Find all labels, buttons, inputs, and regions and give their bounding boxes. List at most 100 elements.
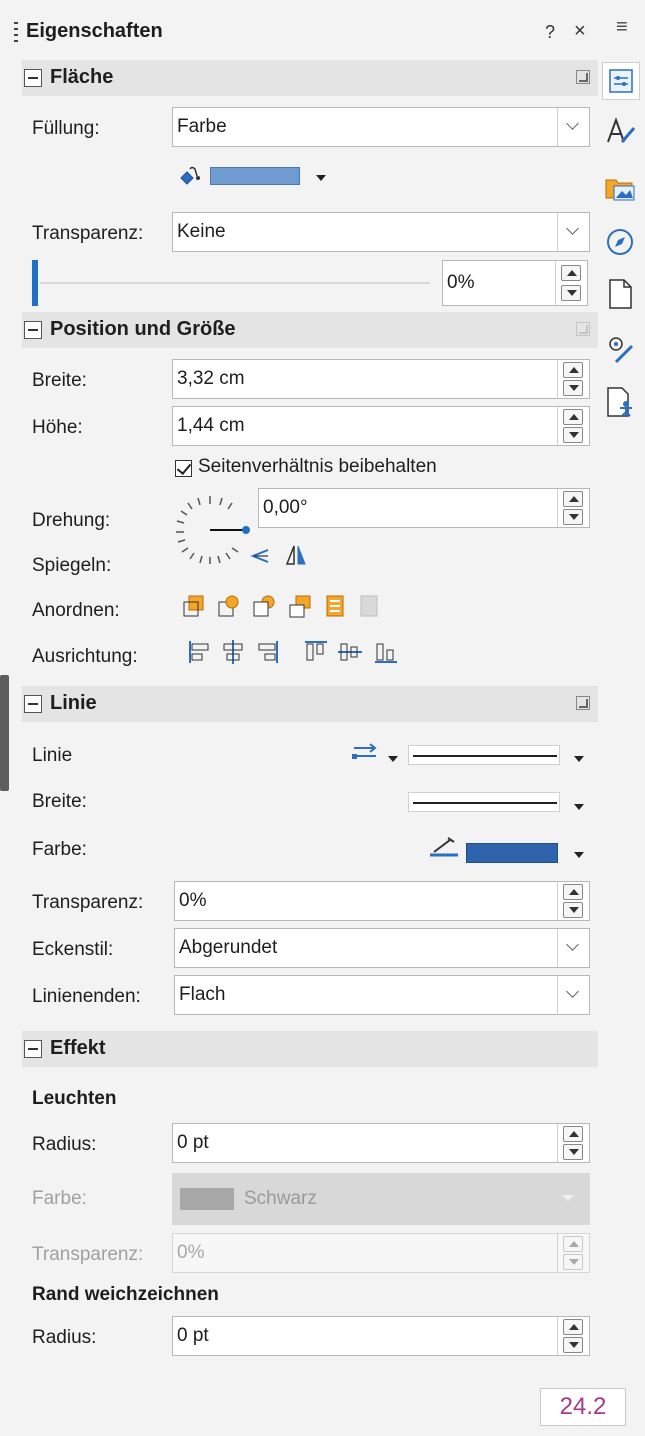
- line-color-dropdown-icon[interactable]: [574, 852, 584, 858]
- spin-up-icon[interactable]: [563, 491, 583, 507]
- spin-down-icon[interactable]: [563, 1337, 583, 1353]
- tab-accessibility-check[interactable]: [602, 384, 640, 422]
- line-width-select[interactable]: [408, 792, 560, 812]
- spin-down-icon[interactable]: [563, 427, 583, 443]
- line-caps-select[interactable]: Flach: [174, 975, 590, 1015]
- line-style-dropdown-icon[interactable]: [574, 756, 584, 762]
- rotation-label: Drehung:: [32, 510, 111, 531]
- in-front-of-text-icon[interactable]: [322, 593, 350, 621]
- transparency-spinner[interactable]: [555, 261, 587, 305]
- chevron-down-icon[interactable]: [557, 108, 589, 146]
- glow-radius-spinner[interactable]: [557, 1124, 589, 1162]
- corner-style-select[interactable]: Abgerundet: [174, 928, 590, 968]
- tab-gallery[interactable]: [602, 170, 640, 208]
- sidebar-collapse-handle[interactable]: [0, 675, 9, 791]
- spin-up-icon[interactable]: [563, 1126, 583, 1142]
- chevron-down-icon[interactable]: [557, 213, 589, 251]
- line-width-dropdown-icon[interactable]: [574, 804, 584, 810]
- close-button[interactable]: ×: [574, 20, 586, 43]
- fill-color-swatch[interactable]: [210, 167, 300, 185]
- rotation-spinner[interactable]: [557, 489, 589, 527]
- soft-edge-radius-field[interactable]: 0 pt: [172, 1316, 590, 1356]
- line-transparency-label: Transparenz:: [32, 892, 144, 913]
- width-spinner[interactable]: [557, 360, 589, 398]
- transparency-select[interactable]: Keine: [172, 212, 590, 252]
- behind-text-icon: [360, 595, 378, 617]
- soft-edge-radius-spinner[interactable]: [557, 1317, 589, 1355]
- transparency-slider-track[interactable]: [40, 282, 430, 284]
- line-style-select[interactable]: [408, 745, 560, 765]
- align-center-icon[interactable]: [220, 638, 246, 666]
- line-transparency-field[interactable]: 0%: [174, 881, 590, 921]
- chevron-down-icon[interactable]: [557, 929, 589, 967]
- collapse-icon[interactable]: [24, 321, 42, 339]
- tab-style-inspector[interactable]: [602, 332, 640, 370]
- line-transparency-spinner[interactable]: [557, 882, 589, 920]
- sidebar-menu-icon[interactable]: ≡: [616, 16, 628, 39]
- height-field[interactable]: 1,44 cm: [172, 406, 590, 446]
- align-bottom-icon[interactable]: [372, 638, 400, 666]
- align-left-icon[interactable]: [188, 638, 214, 666]
- send-to-back-icon[interactable]: [286, 593, 314, 621]
- bring-forward-icon[interactable]: [215, 593, 243, 621]
- fill-select[interactable]: Farbe: [172, 107, 590, 147]
- spin-down-icon[interactable]: [561, 285, 581, 301]
- grip-icon[interactable]: [14, 22, 18, 42]
- collapse-icon[interactable]: [24, 69, 42, 87]
- spin-up-icon[interactable]: [563, 884, 583, 900]
- rotation-dial[interactable]: [170, 490, 250, 570]
- spin-down-icon[interactable]: [563, 380, 583, 396]
- transparency-percent-value: 0%: [447, 272, 475, 293]
- transparency-slider-handle[interactable]: [32, 260, 38, 306]
- collapse-icon[interactable]: [24, 1040, 42, 1058]
- tab-navigator[interactable]: [602, 224, 640, 262]
- rotation-field[interactable]: 0,00°: [258, 488, 590, 528]
- section-position-header[interactable]: Position und Größe: [22, 312, 598, 348]
- height-spinner[interactable]: [557, 407, 589, 445]
- tab-properties[interactable]: [602, 62, 640, 100]
- line-color-icon[interactable]: [428, 836, 460, 858]
- section-area-header[interactable]: Fläche: [22, 60, 598, 96]
- help-button[interactable]: ?: [545, 22, 555, 43]
- spin-up-icon[interactable]: [563, 362, 583, 378]
- glow-transparency-field: 0%: [172, 1233, 590, 1273]
- spin-down-icon: [563, 1254, 583, 1270]
- arrow-style-dropdown-icon[interactable]: [388, 756, 398, 762]
- spin-up-icon[interactable]: [563, 409, 583, 425]
- keep-ratio-checkbox[interactable]: [175, 460, 192, 477]
- spin-down-icon[interactable]: [563, 902, 583, 918]
- spin-up-icon[interactable]: [561, 265, 581, 281]
- spin-down-icon[interactable]: [563, 1144, 583, 1160]
- fill-color-dropdown-icon[interactable]: [316, 175, 326, 181]
- tab-page[interactable]: [602, 276, 640, 314]
- chevron-down-icon[interactable]: [557, 976, 589, 1014]
- align-top-icon[interactable]: [302, 638, 330, 666]
- collapse-icon[interactable]: [24, 695, 42, 713]
- section-line-header[interactable]: Linie: [22, 686, 598, 722]
- flip-vertical-icon[interactable]: [248, 544, 272, 568]
- spin-down-icon[interactable]: [563, 509, 583, 525]
- more-options-icon[interactable]: [576, 70, 590, 84]
- section-effect-header[interactable]: Effekt: [22, 1031, 598, 1067]
- align-middle-icon[interactable]: [336, 638, 364, 666]
- tab-styles[interactable]: [602, 114, 640, 152]
- more-options-icon[interactable]: [576, 696, 590, 710]
- glow-color-swatch: [180, 1188, 234, 1210]
- section-position-title: Position und Größe: [50, 318, 236, 340]
- fill-label: Füllung:: [32, 118, 100, 139]
- flip-horizontal-icon[interactable]: [284, 542, 308, 568]
- arrow-style-icon[interactable]: [350, 740, 380, 764]
- line-width-preview: [413, 802, 557, 804]
- fill-bucket-icon[interactable]: [178, 164, 206, 188]
- bring-to-front-icon[interactable]: [180, 593, 208, 621]
- width-field[interactable]: 3,32 cm: [172, 359, 590, 399]
- fill-select-value: Farbe: [177, 116, 227, 137]
- line-color-swatch[interactable]: [466, 843, 558, 863]
- transparency-percent-field[interactable]: 0%: [442, 260, 588, 306]
- version-badge: 24.2: [540, 1388, 626, 1426]
- corner-style-value: Abgerundet: [179, 937, 278, 958]
- align-right-icon[interactable]: [254, 638, 280, 666]
- spin-up-icon[interactable]: [563, 1319, 583, 1335]
- send-backward-icon[interactable]: [250, 593, 278, 621]
- glow-radius-field[interactable]: 0 pt: [172, 1123, 590, 1163]
